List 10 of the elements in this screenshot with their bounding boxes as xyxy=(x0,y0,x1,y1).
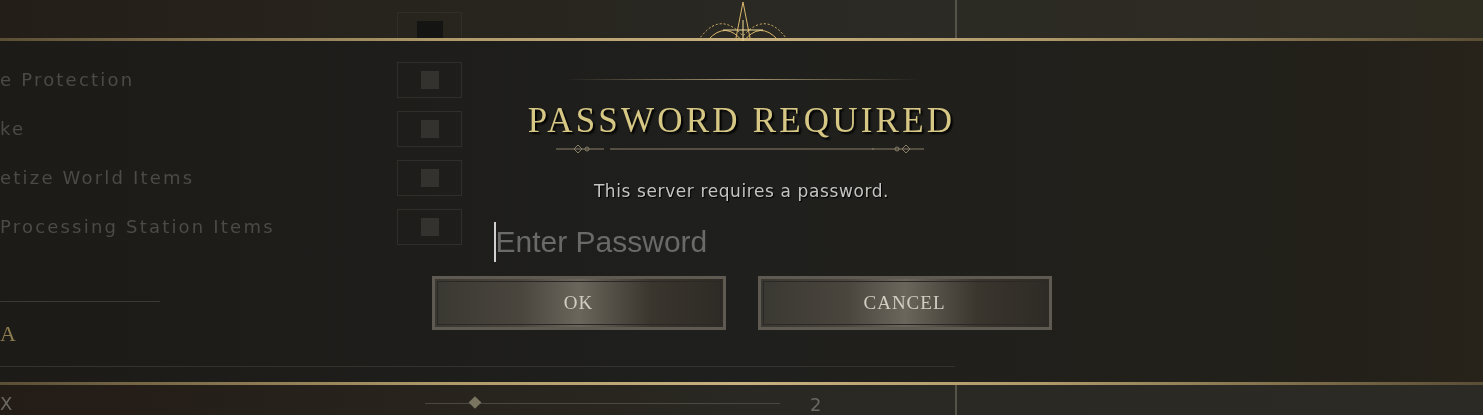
dialog-button[interactable]: OK xyxy=(431,276,726,330)
dialog-button[interactable]: CANCEL xyxy=(757,276,1052,330)
dialog-message: This server requires a password. xyxy=(593,180,890,202)
dialog-title: PASSWORD REQUIRED xyxy=(527,101,956,141)
slider[interactable] xyxy=(425,396,780,410)
slider-value: 2 xyxy=(810,392,822,415)
slider-thumb[interactable] xyxy=(468,396,482,409)
password-field[interactable]: Enter Password xyxy=(493,222,990,262)
setting-label: X xyxy=(0,391,14,414)
section-heading: A xyxy=(0,320,16,348)
